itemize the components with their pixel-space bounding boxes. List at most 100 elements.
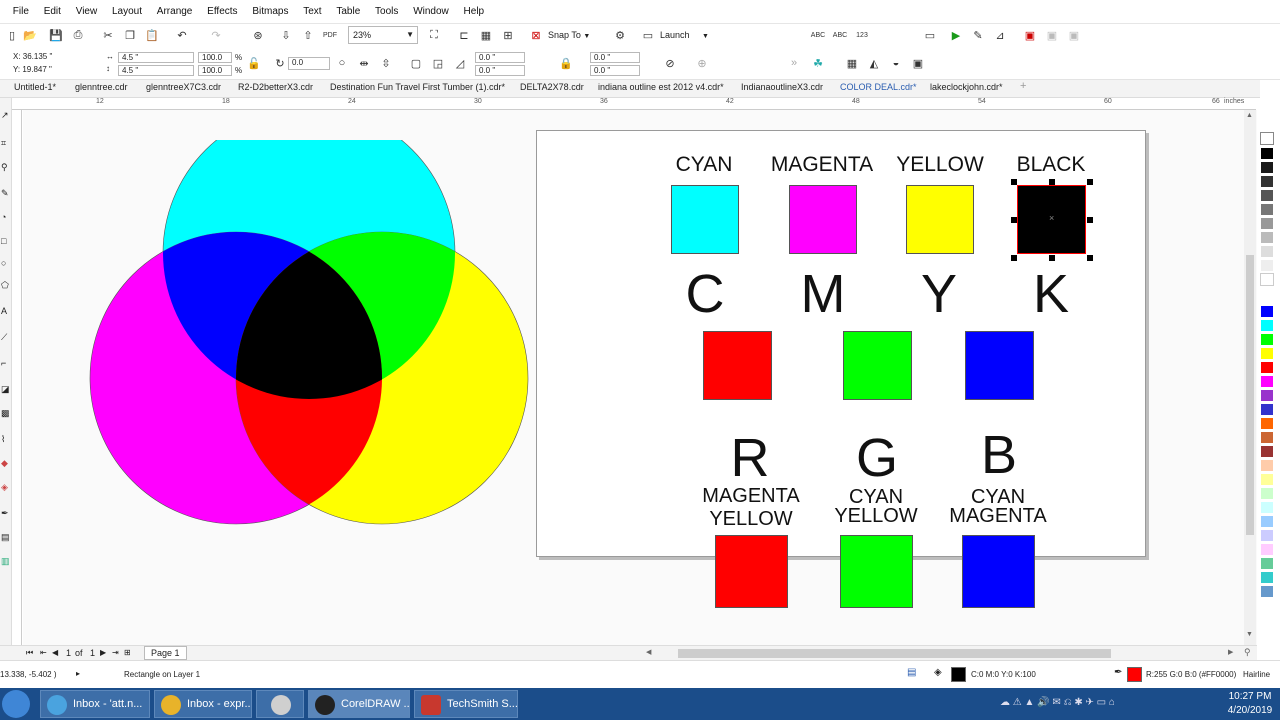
scroll-right-icon[interactable]: ▶: [1228, 648, 1233, 656]
tab-color-deal[interactable]: COLOR DEAL.cdr*: [840, 82, 917, 92]
corner-radius-field-3[interactable]: 0.0 ": [590, 52, 640, 63]
window-icon[interactable]: ▭: [922, 27, 938, 43]
green-swatch-mid[interactable]: [843, 331, 912, 400]
corel-connect-icon[interactable]: ⊛: [250, 27, 266, 43]
menu-tools[interactable]: Tools: [369, 0, 404, 24]
page-first-icon[interactable]: ⏮: [26, 648, 33, 658]
menu-view[interactable]: View: [70, 0, 104, 24]
edit-script-icon[interactable]: ✎: [970, 27, 986, 43]
smart-fill-2-icon[interactable]: ◈: [1, 482, 8, 493]
launch-dropdown[interactable]: Launch ▼: [660, 28, 709, 44]
palette-light-yellow[interactable]: [1260, 473, 1274, 486]
wrap-text-icon[interactable]: ☘: [810, 55, 826, 71]
palette-teal[interactable]: [1260, 557, 1274, 570]
palette-turquoise[interactable]: [1260, 571, 1274, 584]
publish-pdf-icon[interactable]: PDF: [322, 27, 338, 43]
tab-destination-fun-travel[interactable]: Destination Fun Travel First Tumber (1).…: [330, 82, 505, 92]
palette-black[interactable]: [1260, 147, 1274, 160]
palette-gray-50[interactable]: [1260, 203, 1274, 216]
record-icon[interactable]: ▣: [1022, 27, 1038, 43]
snap-to-dropdown[interactable]: Snap To ▼: [548, 28, 590, 44]
menu-window[interactable]: Window: [407, 0, 455, 24]
palette-purple[interactable]: [1260, 389, 1274, 402]
horizontal-ruler[interactable]: 12 18 24 30 36 42 48 54 60 66 inches: [12, 98, 1256, 110]
taskbar-chrome-inbox[interactable]: Inbox - expr...: [154, 690, 252, 718]
redo-icon[interactable]: ↷: [208, 27, 224, 43]
text-tool-icon[interactable]: A: [1, 306, 7, 316]
scroll-down-icon[interactable]: ▼: [1246, 631, 1253, 638]
palette-white[interactable]: [1260, 273, 1274, 286]
vertical-scroll-thumb[interactable]: [1246, 255, 1254, 535]
selection-handle[interactable]: [1087, 179, 1093, 185]
menu-arrange[interactable]: Arrange: [151, 0, 199, 24]
outline-pen-icon[interactable]: ▣: [910, 55, 926, 71]
tray-icons[interactable]: ☁ ⚠ ▲ 🔊 ✉ ⎌ ✱ ✈ ▭ ⌂: [1000, 697, 1115, 708]
magenta-swatch[interactable]: [789, 185, 857, 254]
freehand-tool-icon[interactable]: ✎: [1, 188, 9, 199]
taskbar-techsmith[interactable]: TechSmith S...: [414, 690, 518, 718]
selection-handle[interactable]: [1049, 179, 1055, 185]
polygon-tool-icon[interactable]: ⬠: [1, 280, 9, 291]
page-prev-icon[interactable]: ◀: [52, 648, 58, 657]
scale-width-field[interactable]: 100.0: [198, 52, 232, 63]
selection-handle[interactable]: [1011, 217, 1017, 223]
chamfered-corner-icon[interactable]: ◿: [452, 55, 468, 71]
menu-edit[interactable]: Edit: [38, 0, 67, 24]
tab-indiana-outline-est[interactable]: indiana outline est 2012 v4.cdr*: [598, 82, 724, 92]
to-front-icon[interactable]: ▦: [844, 55, 860, 71]
palette-indigo[interactable]: [1260, 403, 1274, 416]
scale-height-field[interactable]: 100.0: [198, 65, 232, 76]
menu-table[interactable]: Table: [330, 0, 366, 24]
palette-magenta[interactable]: [1260, 375, 1274, 388]
tab-indianaoutlinex3[interactable]: IndianaoutlineX3.cdr: [741, 82, 823, 92]
palette-pink[interactable]: [1260, 543, 1274, 556]
corner-radius-field-2[interactable]: 0.0 ": [475, 65, 525, 76]
color-proof-icon[interactable]: ▤: [907, 667, 916, 678]
shape-tool-icon[interactable]: ↗: [1, 110, 9, 121]
transparency-icon[interactable]: ▩: [1, 408, 10, 419]
fill-color-swatch[interactable]: [951, 667, 966, 682]
scroll-up-icon[interactable]: ▲: [1246, 112, 1253, 119]
menu-effects[interactable]: Effects: [201, 0, 243, 24]
palette-gray-90[interactable]: [1260, 161, 1274, 174]
menu-file[interactable]: File: [7, 0, 35, 24]
page-last-icon[interactable]: ⇥: [112, 648, 119, 657]
full-screen-icon[interactable]: ⛶: [426, 27, 442, 43]
add-icon[interactable]: ⊕: [694, 55, 710, 71]
page-1-tab[interactable]: Page 1: [144, 646, 187, 660]
palette-cyan[interactable]: [1260, 319, 1274, 332]
add-page-icon[interactable]: ⊞: [124, 648, 131, 657]
palette-maroon[interactable]: [1260, 445, 1274, 458]
drop-shadow-icon[interactable]: ◪: [1, 384, 10, 395]
palette-brown[interactable]: [1260, 431, 1274, 444]
outline-icon[interactable]: ✒: [1, 508, 9, 519]
rotation-angle-field[interactable]: 0.0: [288, 57, 330, 70]
save-icon[interactable]: 💾: [48, 27, 64, 43]
new-document-icon[interactable]: ▯: [4, 27, 20, 43]
print-icon[interactable]: ⎙: [70, 27, 86, 43]
palette-gray-40[interactable]: [1260, 217, 1274, 230]
macro-icon[interactable]: ⊿: [992, 27, 1008, 43]
launch-icon[interactable]: ▭: [640, 27, 656, 43]
clock-date[interactable]: 4/20/2019: [1226, 705, 1274, 716]
disabled-tool-2-icon[interactable]: ▣: [1066, 27, 1082, 43]
no-color-swatch[interactable]: [1260, 132, 1274, 145]
palette-peach[interactable]: [1260, 459, 1274, 472]
undo-icon[interactable]: ↶: [174, 27, 190, 43]
vertical-ruler[interactable]: [12, 110, 22, 645]
connector-tool-icon[interactable]: ⌐: [1, 358, 6, 368]
paste-icon[interactable]: 📋: [144, 27, 160, 43]
blue-swatch-mid[interactable]: [965, 331, 1034, 400]
taskbar-coreldraw[interactable]: CorelDRAW ...: [308, 690, 410, 718]
y-position-field[interactable]: Y: 19.847 ": [10, 65, 98, 76]
scalloped-corner-icon[interactable]: ◲: [430, 55, 446, 71]
export-icon[interactable]: ⇧: [300, 27, 316, 43]
mirror-vertical-icon[interactable]: ⇳: [378, 55, 394, 71]
overflow-chevron-icon[interactable]: »: [786, 55, 802, 71]
options-gear-icon[interactable]: ⚙: [612, 27, 628, 43]
eyedropper-icon[interactable]: ⌇: [1, 434, 5, 445]
vertical-scrollbar[interactable]: ▲ ▼: [1244, 110, 1256, 645]
fill-icon[interactable]: ▤: [1, 532, 10, 543]
cyan-swatch[interactable]: [671, 185, 739, 254]
blue-swatch-bottom[interactable]: [962, 537, 1035, 608]
